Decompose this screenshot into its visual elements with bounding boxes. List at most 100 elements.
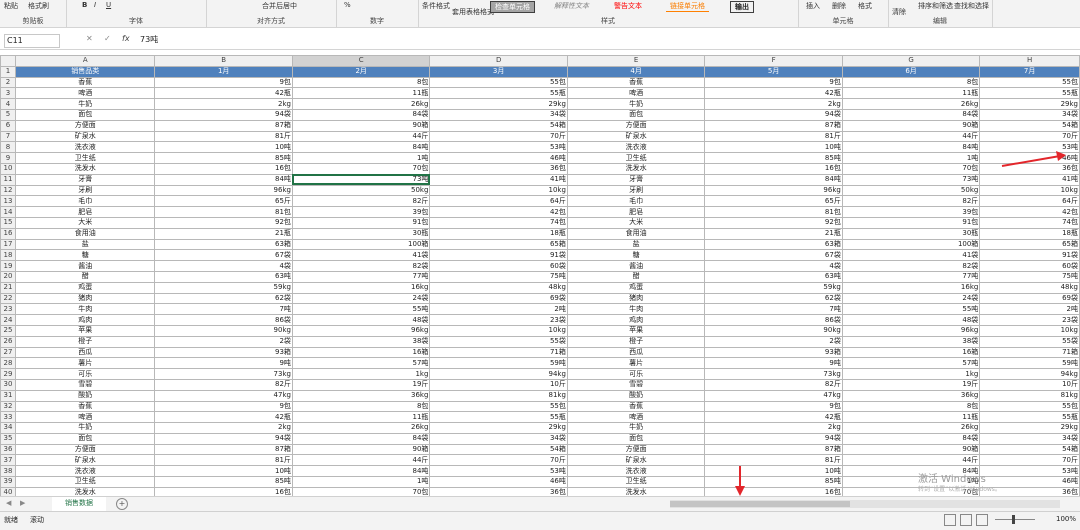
cell[interactable]: 94袋 [154, 108, 293, 121]
cell[interactable]: 10kg [979, 184, 1080, 197]
cell[interactable]: 酸奶 [566, 389, 706, 402]
cell[interactable]: 毛巾 [14, 195, 156, 208]
cell[interactable]: 36包 [429, 162, 568, 175]
cell[interactable]: 24袋 [841, 292, 981, 305]
row-header[interactable]: 21 [0, 281, 16, 294]
cell[interactable]: 54箱 [429, 119, 568, 132]
cell[interactable]: 92包 [704, 216, 843, 229]
cell[interactable]: 30瓶 [841, 227, 981, 240]
style-linked-cell[interactable]: 链接单元格 [666, 1, 709, 12]
cell[interactable]: 2kg [704, 422, 843, 434]
cell[interactable]: 16kg [841, 281, 981, 294]
row-header[interactable]: 34 [0, 422, 16, 434]
cell[interactable]: 30瓶 [291, 227, 431, 240]
delete-button[interactable]: 删除 [832, 1, 846, 11]
cell[interactable]: 洗衣液 [566, 465, 706, 478]
cell[interactable]: 橙子 [14, 335, 156, 348]
cell[interactable]: 55瓶 [979, 411, 1080, 424]
cell[interactable]: 87箱 [704, 119, 843, 132]
cell[interactable]: 81kg [429, 389, 568, 402]
cell[interactable]: 西瓜 [14, 346, 156, 359]
header-cell[interactable]: 3月 [429, 65, 568, 78]
cell[interactable]: 55瓶 [979, 87, 1080, 100]
cell[interactable]: 41吨 [979, 173, 1080, 186]
confirm-icon[interactable]: ✓ [104, 34, 111, 43]
cell[interactable]: 62袋 [704, 292, 843, 305]
cell[interactable]: 63箱 [154, 238, 293, 251]
cell[interactable]: 1kg [841, 368, 981, 380]
cell[interactable]: 36kg [841, 389, 981, 402]
cell[interactable]: 雪碧 [14, 378, 156, 391]
cell[interactable]: 10吨 [704, 141, 843, 154]
cell[interactable]: 90箱 [291, 119, 431, 132]
horizontal-scroll-thumb[interactable] [670, 501, 850, 507]
cell[interactable]: 91包 [841, 216, 981, 229]
add-sheet-button[interactable]: + [116, 498, 128, 510]
cell[interactable]: 65斤 [704, 195, 843, 208]
row-header[interactable]: 40 [0, 486, 16, 496]
cell[interactable]: 8包 [291, 400, 431, 413]
cell[interactable]: 73kg [154, 368, 293, 380]
cell[interactable]: 啤酒 [14, 87, 156, 100]
italic-button[interactable]: I [94, 1, 96, 9]
header-cell[interactable]: 2月 [291, 65, 431, 78]
cell[interactable]: 4袋 [154, 260, 293, 272]
cell[interactable]: 可乐 [566, 368, 706, 380]
cell[interactable]: 48袋 [291, 314, 431, 326]
cell[interactable]: 23袋 [429, 314, 568, 326]
cell[interactable]: 55吨 [291, 303, 431, 316]
cell[interactable]: 69袋 [979, 292, 1080, 305]
cell[interactable]: 矿泉水 [14, 454, 156, 467]
row-header[interactable]: 32 [0, 400, 16, 413]
cell[interactable]: 85吨 [704, 476, 843, 488]
cell[interactable]: 41袋 [291, 249, 431, 262]
cell[interactable]: 牙膏 [566, 173, 706, 186]
cell[interactable]: 82斤 [841, 195, 981, 208]
row-header[interactable]: 19 [0, 260, 16, 272]
cell[interactable]: 21瓶 [704, 227, 843, 240]
cell[interactable]: 牙膏 [14, 173, 156, 186]
row-header[interactable]: 15 [0, 216, 16, 229]
cell[interactable]: 74包 [979, 216, 1080, 229]
cell[interactable]: 77吨 [841, 270, 981, 283]
row-header[interactable]: 23 [0, 303, 16, 316]
cell[interactable]: 91袋 [429, 249, 568, 262]
cell[interactable]: 苹果 [566, 324, 706, 337]
cell[interactable]: 洗衣液 [566, 141, 706, 154]
horizontal-scrollbar[interactable] [670, 500, 1060, 508]
cell[interactable]: 91袋 [979, 249, 1080, 262]
cell[interactable]: 醋 [566, 270, 706, 283]
cell[interactable]: 81kg [979, 389, 1080, 402]
cell[interactable]: 26kg [841, 98, 981, 110]
page-layout-icon[interactable] [960, 514, 972, 526]
row-header[interactable]: 28 [0, 357, 16, 370]
cell[interactable]: 10斤 [979, 378, 1080, 391]
cell[interactable]: 57吨 [291, 357, 431, 370]
formula-input[interactable]: 73吨 [140, 34, 1076, 46]
cell[interactable]: 卫生纸 [566, 152, 706, 164]
cell[interactable]: 65箱 [979, 238, 1080, 251]
cell[interactable]: 38袋 [291, 335, 431, 348]
cell[interactable]: 60袋 [429, 260, 568, 272]
row-header[interactable]: 24 [0, 314, 16, 326]
cell[interactable]: 93箱 [704, 346, 843, 359]
row-header[interactable]: 30 [0, 378, 16, 391]
cell[interactable]: 96kg [291, 324, 431, 337]
cell[interactable]: 48袋 [841, 314, 981, 326]
cell[interactable]: 90箱 [291, 443, 431, 456]
cell[interactable]: 2袋 [154, 335, 293, 348]
page-break-icon[interactable] [976, 514, 988, 526]
cell[interactable]: 1吨 [291, 152, 431, 164]
row-header[interactable]: 16 [0, 227, 16, 240]
zoom-level[interactable]: 100% [1056, 515, 1076, 523]
cell[interactable]: 87箱 [154, 443, 293, 456]
cell[interactable]: 大米 [566, 216, 706, 229]
cell[interactable]: 70斤 [429, 454, 568, 467]
column-header-g[interactable]: G [841, 55, 981, 67]
cell[interactable]: 84吨 [841, 141, 981, 154]
style-warning[interactable]: 警告文本 [610, 1, 646, 11]
paste-button[interactable]: 粘贴 [4, 1, 18, 11]
cell[interactable]: 70包 [291, 486, 431, 496]
cell[interactable]: 16箱 [841, 346, 981, 359]
cell[interactable]: 啤酒 [566, 411, 706, 424]
